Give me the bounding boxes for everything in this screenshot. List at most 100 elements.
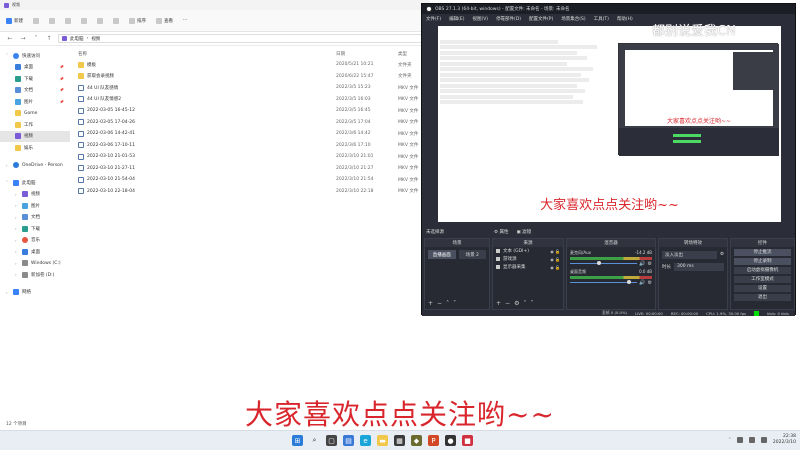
- nav-item[interactable]: › 下载: [0, 223, 70, 235]
- obs-titlebar[interactable]: OBS 27.1.3 (64-bit, windows) - 配置文件: 未命名…: [422, 4, 795, 14]
- widgets-icon[interactable]: ▤: [343, 435, 354, 446]
- gear-icon[interactable]: ⚙: [514, 300, 519, 307]
- app2-icon[interactable]: ■: [462, 435, 473, 446]
- file-explorer-icon[interactable]: ▬: [377, 435, 388, 446]
- move-down-icon[interactable]: ˅: [530, 300, 533, 307]
- duration-input[interactable]: 300 ms: [674, 262, 724, 271]
- expand-icon[interactable]: ›: [15, 238, 19, 243]
- speaker-icon[interactable]: 🔊: [639, 280, 645, 286]
- file-row[interactable]: 2022-03-05 17-04-26 2022/3/5 17:04 MKV 文件: [78, 117, 430, 129]
- file-row[interactable]: 获取会录视频 2020/6/22 15:47 文件夹: [78, 71, 430, 83]
- network-icon[interactable]: [736, 437, 743, 443]
- expand-icon[interactable]: ›: [15, 249, 19, 254]
- move-up-icon[interactable]: ˄: [446, 300, 449, 307]
- obs-menu-item[interactable]: 场景集合(S): [561, 16, 585, 22]
- nav-item[interactable]: › 桌面: [0, 246, 70, 258]
- app-icon[interactable]: ◆: [411, 435, 422, 446]
- scene-item[interactable]: 直播画面: [428, 250, 456, 259]
- obs-menu-item[interactable]: 编辑(E): [449, 16, 464, 22]
- nav-item[interactable]: 文档 📌: [0, 85, 70, 97]
- breadcrumb-this-pc[interactable]: 此电脑: [70, 36, 84, 42]
- file-row[interactable]: 2022-03-06 17-10-11 2022/3/6 17:10 MKV 文件: [78, 140, 430, 152]
- nav-item[interactable]: › OneDrive - Person: [0, 160, 70, 172]
- breadcrumb-videos[interactable]: 视频: [91, 36, 100, 42]
- file-row[interactable]: 44 UI 队友感情 2022/3/5 15:23 MKV 文件: [78, 82, 430, 94]
- obs-preview[interactable]: 大家喜欢点点关注哟~~ 大家喜欢点点关注哟~~: [438, 26, 781, 222]
- chevron-up-icon[interactable]: ˄: [729, 438, 731, 443]
- view-button[interactable]: 查看: [156, 17, 173, 24]
- expand-icon[interactable]: ›: [15, 203, 19, 208]
- virtual-camera-button[interactable]: 启动虚拟摄像机: [734, 266, 791, 274]
- gear-icon[interactable]: ⚙: [648, 261, 652, 267]
- nav-item[interactable]: › 音乐: [0, 235, 70, 247]
- exit-button[interactable]: 退出: [734, 293, 791, 301]
- volume-slider[interactable]: [570, 280, 638, 285]
- expand-icon[interactable]: ›: [15, 215, 19, 220]
- nav-item[interactable]: › 文档: [0, 212, 70, 224]
- task-view-icon[interactable]: ▢: [326, 435, 337, 446]
- powerpoint-icon[interactable]: P: [428, 435, 439, 446]
- source-item[interactable]: 显示器采集 ◉ 🔓: [493, 263, 563, 271]
- obs-menu-item[interactable]: 帮助(H): [617, 16, 633, 22]
- obs-menu-item[interactable]: 文件(F): [426, 16, 441, 22]
- expand-icon[interactable]: ›: [15, 226, 19, 231]
- gear-icon[interactable]: ⚙: [648, 280, 652, 286]
- file-row[interactable]: 模板 2020/5/21 10:21 文件夹: [78, 59, 430, 71]
- nav-item[interactable]: › 视频: [0, 189, 70, 201]
- back-icon[interactable]: ←: [6, 35, 14, 42]
- nav-item[interactable]: 桌面 📌: [0, 62, 70, 74]
- nav-item[interactable]: 图片 📌: [0, 96, 70, 108]
- source-item[interactable]: 游戏源 ◉ 🔓: [493, 255, 563, 263]
- file-row[interactable]: 2022-03-10 22-18-04 2022/3/10 22:18 MKV 文件: [78, 186, 430, 198]
- nav-item[interactable]: › 图片: [0, 200, 70, 212]
- source-item[interactable]: 文本 (GDI+) ◉ 🔓: [493, 247, 563, 255]
- obs-menu-item[interactable]: 视图(V): [472, 16, 488, 22]
- paste-button[interactable]: [65, 17, 71, 24]
- expand-icon[interactable]: ˅: [6, 180, 10, 185]
- rename-button[interactable]: [81, 17, 87, 24]
- expand-icon[interactable]: ›: [6, 290, 10, 295]
- delete-button[interactable]: [113, 17, 119, 24]
- move-up-icon[interactable]: ˄: [523, 300, 526, 307]
- visibility-icon[interactable]: ◉ 🔓: [550, 265, 560, 270]
- nav-item[interactable]: 视频: [0, 130, 70, 142]
- file-row[interactable]: 2022-03-05 16-45-12 2022/3/5 16:45 MKV 文件: [78, 105, 430, 117]
- store-icon[interactable]: ▦: [394, 435, 405, 446]
- move-down-icon[interactable]: ˅: [453, 300, 456, 307]
- address-input[interactable]: 此电脑 › 视频: [58, 34, 425, 43]
- column-header-date[interactable]: 日期: [336, 51, 398, 57]
- explorer-titlebar[interactable]: 视频: [0, 0, 430, 10]
- add-icon[interactable]: +: [496, 300, 501, 307]
- properties-button[interactable]: ⚙ 属性: [494, 229, 508, 235]
- remove-icon[interactable]: −: [505, 300, 510, 307]
- file-row[interactable]: 2022-03-06 14-42-41 2022/3/6 14:42 MKV 文件: [78, 128, 430, 140]
- sort-button[interactable]: 排序: [129, 17, 146, 24]
- obs-menu-item[interactable]: 工具(T): [594, 16, 609, 22]
- scene-item[interactable]: 场景 2: [458, 250, 486, 259]
- nav-item[interactable]: 工作: [0, 119, 70, 131]
- settings-button[interactable]: 设置: [734, 284, 791, 292]
- battery-icon[interactable]: [760, 437, 767, 443]
- clock[interactable]: 22:38 2022/3/10: [773, 434, 796, 446]
- column-header-name[interactable]: 名称: [78, 51, 336, 57]
- nav-item[interactable]: › 网络: [0, 287, 70, 299]
- cut-button[interactable]: [33, 17, 39, 24]
- transition-select[interactable]: 淡入淡出: [662, 250, 717, 259]
- file-row[interactable]: 2022-03-10 21-54-04 2022/3/10 21:54 MKV 文件: [78, 174, 430, 186]
- stop-recording-button[interactable]: 停止录制: [734, 257, 791, 265]
- obs-app-icon[interactable]: ●: [445, 435, 456, 446]
- filters-button[interactable]: ▣ 滤镜: [516, 229, 531, 235]
- new-button[interactable]: 新建: [6, 17, 23, 24]
- start-icon[interactable]: ⊞: [292, 435, 303, 446]
- nav-item[interactable]: 娱乐: [0, 142, 70, 154]
- add-icon[interactable]: +: [428, 300, 433, 307]
- nav-item[interactable]: › Windows (C:): [0, 258, 70, 270]
- nav-item[interactable]: ˅ 快速访问: [0, 50, 70, 62]
- search-icon[interactable]: ⌕: [309, 435, 320, 446]
- nav-item[interactable]: ˅ 此电脑: [0, 177, 70, 189]
- nav-item[interactable]: Gome: [0, 108, 70, 120]
- nav-item[interactable]: 下载 📌: [0, 73, 70, 85]
- forward-icon[interactable]: →: [19, 35, 27, 42]
- volume-slider[interactable]: [570, 261, 638, 266]
- copy-button[interactable]: [49, 17, 55, 24]
